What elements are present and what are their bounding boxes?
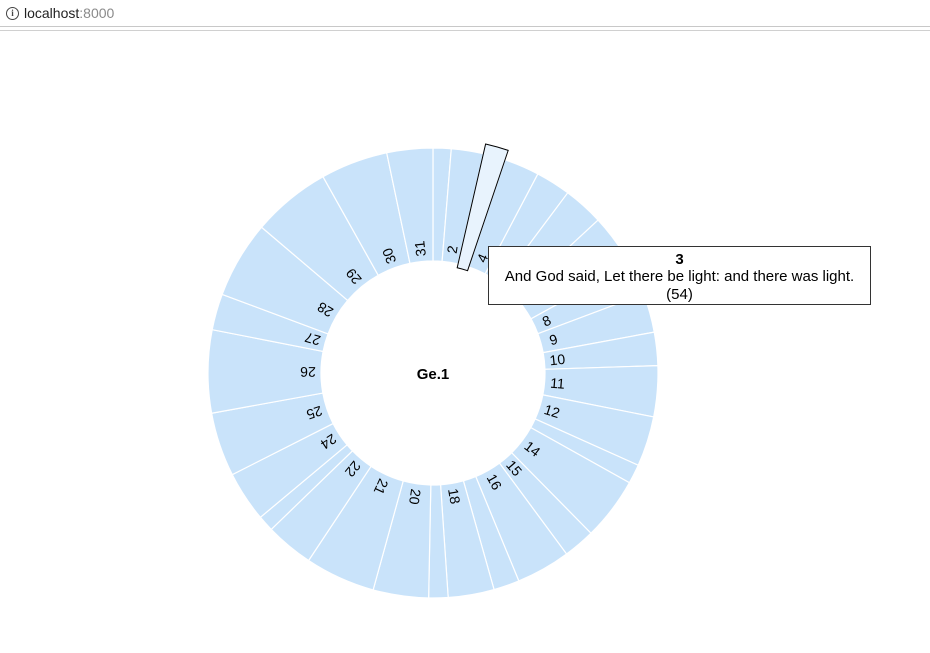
verse-label-20: 20 xyxy=(406,488,424,506)
tooltip-verse-number: 3 xyxy=(675,251,684,268)
verse-label-31: 31 xyxy=(411,240,429,257)
tooltip-verse-count: (54) xyxy=(666,286,693,303)
verse-label-11: 11 xyxy=(550,375,566,392)
verse-sunburst-chart: Ge.1234567891011121415161820212224252627… xyxy=(207,143,659,599)
center-label: Ge.1 xyxy=(417,366,450,383)
verse-label-26: 26 xyxy=(300,364,316,380)
tooltip-verse-text: And God said, Let there be light: and th… xyxy=(504,268,855,285)
verse-label-18: 18 xyxy=(445,487,463,505)
verse-tooltip: 3 And God said, Let there be light: and … xyxy=(488,246,871,305)
verse-label-10: 10 xyxy=(549,351,566,369)
